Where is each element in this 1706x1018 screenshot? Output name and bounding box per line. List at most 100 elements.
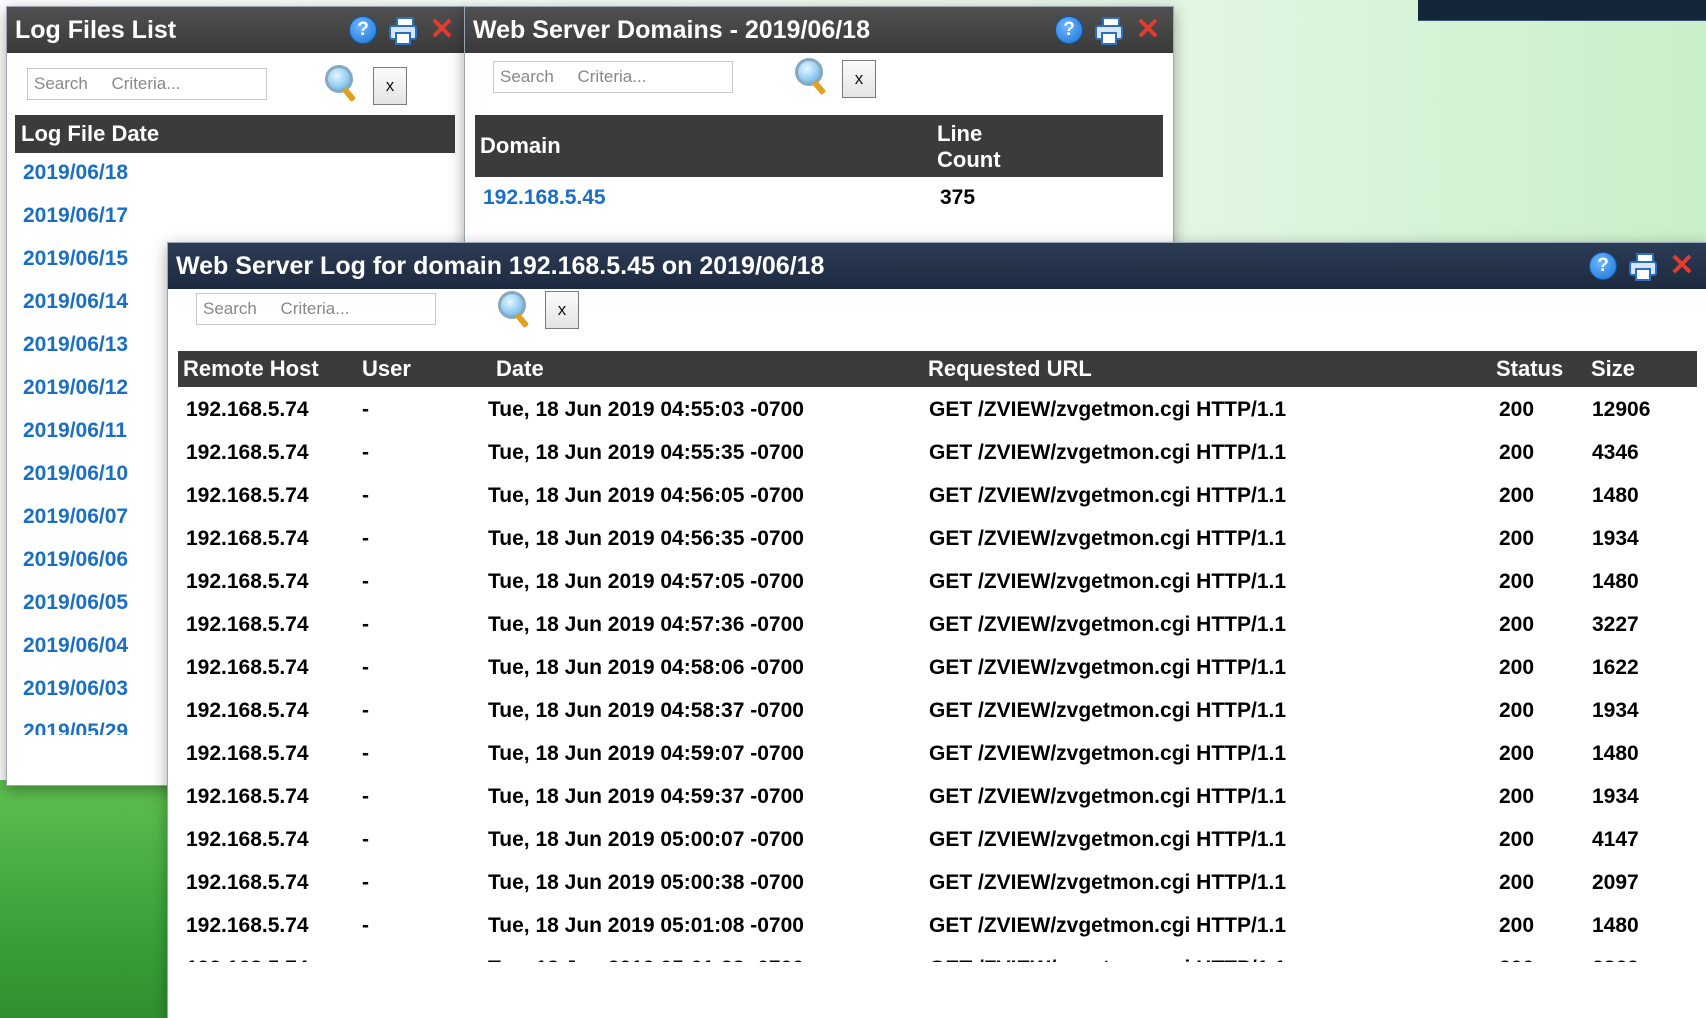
requested-url-cell: GET /ZVIEW/zvgetmon.cgi HTTP/1.1 bbox=[929, 828, 1287, 851]
status-cell: 200 bbox=[1499, 914, 1535, 937]
log-file-date-link[interactable]: 2019/06/04 bbox=[23, 634, 128, 658]
log-file-date-link[interactable]: 2019/06/18 bbox=[23, 161, 128, 185]
server-log-titlebar[interactable]: Web Server Log for domain 192.168.5.45 o… bbox=[168, 243, 1706, 289]
printer-icon[interactable] bbox=[389, 17, 417, 45]
log-file-date-link[interactable]: 2019/06/17 bbox=[23, 204, 128, 228]
table-row[interactable]: 192.168.5.74 - Tue, 18 Jun 2019 04:55:35 -… bbox=[178, 433, 1697, 476]
size-cell: 1480 bbox=[1592, 484, 1639, 507]
printer-icon[interactable] bbox=[1095, 17, 1123, 45]
table-row[interactable]: 192.168.5.74 - Tue, 18 Jun 2019 04:58:37 -… bbox=[178, 691, 1697, 734]
table-row[interactable]: 192.168.5.74 - Tue, 18 Jun 2019 05:00:07 -… bbox=[178, 820, 1697, 863]
magnifier-icon[interactable] bbox=[498, 291, 532, 329]
log-file-date-link[interactable]: 2019/06/06 bbox=[23, 548, 128, 572]
date-cell: Tue, 18 Jun 2019 04:55:35 -0700 bbox=[488, 441, 804, 464]
date-cell: Tue, 18 Jun 2019 05:00:38 -0700 bbox=[488, 871, 804, 894]
close-icon[interactable]: ✕ bbox=[1669, 251, 1695, 281]
log-file-date-link[interactable]: 2019/06/15 bbox=[23, 247, 128, 271]
column-header-user[interactable]: User bbox=[362, 356, 411, 382]
user-cell: - bbox=[362, 484, 369, 507]
requested-url-cell: GET /ZVIEW/zvgetmon.cgi HTTP/1.1 bbox=[929, 742, 1287, 765]
column-header-requested-url[interactable]: Requested URL bbox=[928, 356, 1092, 382]
domains-table-header: Domain Line Count bbox=[475, 115, 1163, 177]
help-icon[interactable]: ? bbox=[1055, 16, 1083, 44]
table-row[interactable]: 192.168.5.74 - Tue, 18 Jun 2019 04:59:37 -… bbox=[178, 777, 1697, 820]
log-files-titlebar[interactable]: Log Files List ? ✕ bbox=[7, 7, 467, 53]
table-row[interactable]: 192.168.5.74 - Tue, 18 Jun 2019 04:56:05 -… bbox=[178, 476, 1697, 519]
remote-host-cell: 192.168.5.74 bbox=[186, 914, 309, 937]
date-cell: Tue, 18 Jun 2019 04:56:35 -0700 bbox=[488, 527, 804, 550]
printer-icon[interactable] bbox=[1629, 253, 1657, 281]
remote-host-cell: 192.168.5.74 bbox=[186, 957, 309, 962]
log-file-date-link[interactable]: 2019/06/07 bbox=[23, 505, 128, 529]
table-row[interactable]: 192.168.5.45 375 bbox=[475, 182, 1163, 222]
magnifier-icon[interactable] bbox=[325, 65, 359, 103]
user-cell: - bbox=[362, 527, 369, 550]
domains-titlebar[interactable]: Web Server Domains - 2019/06/18 ? ✕ bbox=[465, 7, 1173, 53]
table-row[interactable]: 192.168.5.74 - Tue, 18 Jun 2019 04:56:35 -… bbox=[178, 519, 1697, 562]
remote-host-cell: 192.168.5.74 bbox=[186, 785, 309, 808]
table-row[interactable]: 192.168.5.74 - Tue, 18 Jun 2019 05:00:38 -… bbox=[178, 863, 1697, 906]
user-cell: - bbox=[362, 570, 369, 593]
requested-url-cell: GET /ZVIEW/zvgetmon.cgi HTTP/1.1 bbox=[929, 699, 1287, 722]
size-cell: 3227 bbox=[1592, 613, 1639, 636]
status-cell: 200 bbox=[1499, 527, 1535, 550]
column-header-remote-host[interactable]: Remote Host bbox=[183, 356, 319, 382]
remote-host-cell: 192.168.5.74 bbox=[186, 699, 309, 722]
column-header-status[interactable]: Status bbox=[1496, 356, 1563, 382]
date-cell: Tue, 18 Jun 2019 04:57:36 -0700 bbox=[488, 613, 804, 636]
remote-host-cell: 192.168.5.74 bbox=[186, 441, 309, 464]
table-row[interactable]: 192.168.5.74 - Tue, 18 Jun 2019 04:57:05 -… bbox=[178, 562, 1697, 605]
table-row[interactable]: 192.168.5.74 - Tue, 18 Jun 2019 05:01:38 -… bbox=[178, 949, 1697, 962]
table-row[interactable]: 192.168.5.74 - Tue, 18 Jun 2019 05:01:08 -… bbox=[178, 906, 1697, 949]
search-input[interactable] bbox=[493, 61, 733, 93]
user-cell: - bbox=[362, 785, 369, 808]
help-icon[interactable]: ? bbox=[349, 16, 377, 44]
remote-host-cell: 192.168.5.74 bbox=[186, 828, 309, 851]
close-icon[interactable]: ✕ bbox=[429, 15, 455, 45]
log-file-date-link[interactable]: 2019/06/11 bbox=[23, 419, 127, 443]
size-cell: 1934 bbox=[1592, 785, 1639, 808]
user-cell: - bbox=[362, 656, 369, 679]
clear-search-button[interactable]: x bbox=[373, 67, 407, 105]
domain-link[interactable]: 192.168.5.45 bbox=[483, 186, 606, 210]
status-cell: 200 bbox=[1499, 570, 1535, 593]
search-bar: x bbox=[465, 53, 1173, 113]
table-row[interactable]: 192.168.5.74 - Tue, 18 Jun 2019 04:55:03 -… bbox=[178, 390, 1697, 433]
log-file-date-link[interactable]: 2019/06/05 bbox=[23, 591, 128, 615]
search-input[interactable] bbox=[27, 68, 267, 100]
column-header-size[interactable]: Size bbox=[1591, 356, 1635, 382]
log-file-date-link[interactable]: 2019/06/03 bbox=[23, 677, 128, 701]
close-icon[interactable]: ✕ bbox=[1135, 15, 1161, 45]
requested-url-cell: GET /ZVIEW/zvgetmon.cgi HTTP/1.1 bbox=[929, 570, 1287, 593]
remote-host-cell: 192.168.5.74 bbox=[186, 656, 309, 679]
log-file-date-link[interactable]: 2019/06/10 bbox=[23, 462, 128, 486]
log-file-date-link[interactable]: 2019/06/14 bbox=[23, 290, 128, 314]
status-cell: 200 bbox=[1499, 828, 1535, 851]
clear-search-button[interactable]: x bbox=[545, 291, 579, 329]
size-cell: 1480 bbox=[1592, 570, 1639, 593]
search-input[interactable] bbox=[196, 293, 436, 325]
requested-url-cell: GET /ZVIEW/zvgetmon.cgi HTTP/1.1 bbox=[929, 957, 1286, 962]
magnifier-icon[interactable] bbox=[795, 58, 829, 96]
log-file-date-link[interactable]: 2019/06/13 bbox=[23, 333, 128, 357]
remote-host-cell: 192.168.5.74 bbox=[186, 484, 309, 507]
clear-search-button[interactable]: x bbox=[842, 60, 876, 98]
table-row[interactable]: 192.168.5.74 - Tue, 18 Jun 2019 04:58:06 -… bbox=[178, 648, 1697, 691]
column-header-line-count-2[interactable]: Count bbox=[937, 147, 1001, 173]
help-icon[interactable]: ? bbox=[1589, 252, 1617, 280]
status-cell: 200 bbox=[1499, 785, 1535, 808]
column-header-date[interactable]: Date bbox=[496, 356, 544, 382]
log-table-header: Remote Host User Date Requested URL Stat… bbox=[178, 351, 1697, 387]
column-header-domain[interactable]: Domain bbox=[480, 133, 561, 159]
size-cell: 4346 bbox=[1592, 441, 1639, 464]
column-header-log-file-date[interactable]: Log File Date bbox=[15, 115, 455, 153]
log-file-date-link[interactable]: 2019/05/29 bbox=[23, 720, 128, 735]
table-row[interactable]: 192.168.5.74 - Tue, 18 Jun 2019 04:57:36 -… bbox=[178, 605, 1697, 648]
date-cell: Tue, 18 Jun 2019 05:00:07 -0700 bbox=[488, 828, 804, 851]
column-header-line-count-1[interactable]: Line bbox=[937, 121, 982, 147]
table-row[interactable]: 192.168.5.74 - Tue, 18 Jun 2019 04:59:07 -… bbox=[178, 734, 1697, 777]
user-cell: - bbox=[362, 398, 369, 421]
log-file-date-link[interactable]: 2019/06/12 bbox=[23, 376, 128, 400]
server-log-window: Web Server Log for domain 192.168.5.45 o… bbox=[167, 242, 1706, 1018]
window-title: Log Files List bbox=[15, 15, 177, 44]
